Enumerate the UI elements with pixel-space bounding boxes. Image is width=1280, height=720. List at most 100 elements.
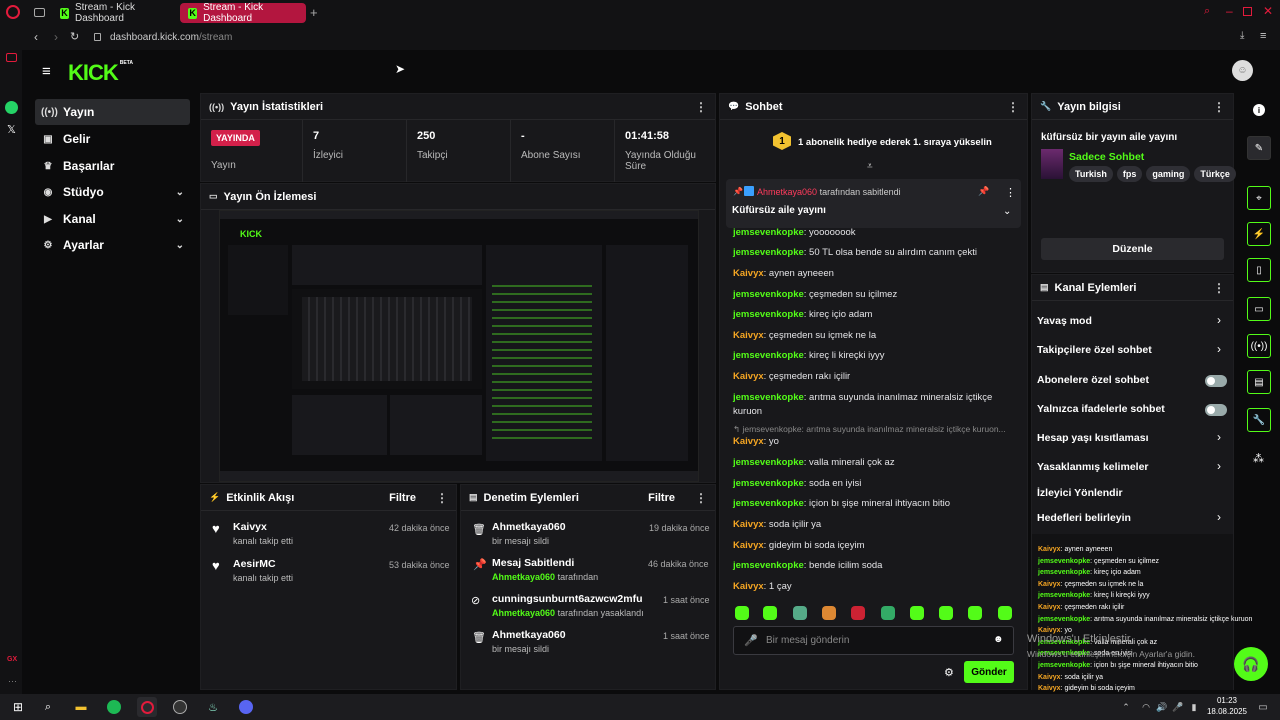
opera-logo-icon[interactable]	[6, 5, 20, 19]
minimize-icon[interactable]: –	[1226, 4, 1233, 18]
discord-icon[interactable]	[236, 697, 256, 717]
focus-button[interactable]: ⌖	[1247, 186, 1271, 210]
filter-button[interactable]: Filtre	[389, 492, 416, 504]
more-icon[interactable]: ···	[8, 676, 17, 686]
tag[interactable]: Turkish	[1069, 166, 1113, 182]
chat-username[interactable]: Kaivyx	[733, 581, 764, 592]
clock[interactable]: 01:23 18.08.2025	[1205, 696, 1249, 716]
chat-message[interactable]: jemsevenkopke: valla minerali çok az	[733, 457, 895, 468]
chevron-down-icon[interactable]: ⌄	[1003, 206, 1011, 217]
tag[interactable]: gaming	[1146, 166, 1191, 182]
messenger-icon[interactable]	[6, 53, 17, 62]
sidebar-item-gelir[interactable]: ▣ Gelir	[35, 126, 190, 152]
hamburger-menu-icon[interactable]: ≡	[42, 63, 51, 80]
emote-icon[interactable]	[881, 606, 895, 620]
kebab-menu-icon[interactable]: ⋮	[1213, 281, 1225, 295]
microphone-icon[interactable]: 🎤	[744, 634, 758, 647]
tab-2[interactable]: K Stream - Kick Dashboard	[180, 2, 306, 24]
activity-item[interactable]: Kaivyx kanalı takip etti	[233, 521, 293, 546]
forward-icon[interactable]: ›	[54, 30, 58, 44]
sidebar-item-studyo[interactable]: ◉ Stüdyo ⌄	[35, 179, 190, 205]
chevron-right-icon[interactable]: ›	[1217, 313, 1221, 327]
emote-icon[interactable]	[735, 606, 749, 620]
sidebar-item-kanal[interactable]: ▶ Kanal ⌄	[35, 206, 190, 232]
moderation-item[interactable]: Mesaj Sabitlendi Ahmetkaya060 tarafından	[492, 557, 598, 582]
channel-action-1[interactable]: Takipçilere özel sohbet	[1037, 344, 1152, 356]
chat-message[interactable]: ↰ jemsevenkopke: arıtma suyunda inanılma…	[733, 424, 1006, 435]
activity-item[interactable]: AesirMC kanalı takip etti	[233, 558, 293, 583]
chat-message[interactable]: jemsevenkopke: bende icilim soda	[733, 560, 882, 571]
chat-username[interactable]: jemsevenkopke	[733, 498, 804, 509]
emote-icon[interactable]	[763, 606, 777, 620]
channel-action-3[interactable]: Yalnızca ifadelerle sohbet	[1037, 403, 1165, 415]
chat-message[interactable]: Kaivyx: soda içilir ya	[733, 519, 821, 530]
pencil-button[interactable]: ✎	[1247, 136, 1271, 160]
stream-preview-video[interactable]: KICK	[219, 210, 699, 482]
chat-message[interactable]: jemsevenkopke: soda en iyisi	[733, 478, 861, 489]
broadcast-button[interactable]: ((•))	[1247, 334, 1271, 358]
send-button[interactable]: Gönder	[964, 661, 1014, 683]
emote-icon[interactable]	[939, 606, 953, 620]
chat-message[interactable]: jemsevenkopke: çeşmeden su içilmez	[733, 289, 897, 300]
search-icon[interactable]: ⌕	[38, 697, 58, 717]
kebab-menu-icon[interactable]: ⋮	[1213, 100, 1225, 114]
tray-chevron-icon[interactable]: ⌃	[1116, 697, 1136, 717]
chat-username[interactable]: jemsevenkopke	[733, 392, 804, 403]
gx-icon[interactable]: GX	[7, 656, 17, 663]
chat-message[interactable]: Kaivyx: çeşmeden su içmek ne la	[733, 330, 876, 341]
chat-username[interactable]: jemsevenkopke	[733, 478, 804, 489]
chevron-right-icon[interactable]: ›	[1217, 430, 1221, 444]
toggle-switch[interactable]	[1205, 404, 1227, 416]
emote-icon[interactable]	[822, 606, 836, 620]
whatsapp-icon[interactable]	[5, 101, 18, 114]
opera-gx-icon[interactable]	[137, 697, 157, 717]
tab-search-icon[interactable]: ⌕	[1204, 5, 1210, 18]
emote-icon[interactable]	[851, 606, 865, 620]
chat-username[interactable]: jemsevenkopke	[733, 227, 804, 238]
filter-button[interactable]: Filtre	[648, 492, 675, 504]
file-explorer-icon[interactable]: ▬	[71, 697, 91, 717]
chat-username[interactable]: Kaivyx	[733, 330, 764, 341]
chat-message[interactable]: jemsevenkopke: kireç içio adam	[733, 309, 872, 320]
steam-icon[interactable]: ♨	[203, 697, 223, 717]
kebab-menu-icon[interactable]: ⋮	[695, 491, 707, 505]
channel-action-4[interactable]: Hesap yaşı kısıtlaması	[1037, 432, 1149, 444]
channel-action-0[interactable]: Yavaş mod	[1037, 315, 1092, 327]
chat-message[interactable]: Kaivyx: 1 çay	[733, 581, 792, 592]
chevron-right-icon[interactable]: ›	[1217, 510, 1221, 524]
obs-icon[interactable]	[170, 697, 190, 717]
settings-list-button[interactable]: ▤	[1247, 370, 1271, 394]
chat-username[interactable]: jemsevenkopke	[733, 560, 804, 571]
emote-icon[interactable]	[793, 606, 807, 620]
channel-action-6[interactable]: İzleyici Yönlendir	[1037, 487, 1123, 499]
download-icon[interactable]: ⤓	[1240, 30, 1244, 41]
chat-settings-gear-icon[interactable]: ⚙	[944, 666, 954, 679]
avatar[interactable]: ☺	[1232, 60, 1253, 81]
maximize-icon[interactable]	[1243, 7, 1252, 16]
chat-username[interactable]: Kaivyx	[733, 268, 764, 279]
chat-message[interactable]: jemsevenkopke: kireç li kireçki iyyy	[733, 350, 885, 361]
chat-message[interactable]: jemsevenkopke: yoooooook	[733, 227, 856, 238]
support-button[interactable]: 🎧	[1234, 647, 1268, 681]
toggle-switch[interactable]	[1205, 375, 1227, 387]
sidebar-item-basarilar[interactable]: ♛ Başarılar	[35, 153, 190, 179]
channel-action-2[interactable]: Abonelere özel sohbet	[1037, 374, 1149, 386]
emote-icon[interactable]	[968, 606, 982, 620]
notifications-icon[interactable]: ▭	[1253, 697, 1273, 717]
tag[interactable]: fps	[1116, 166, 1143, 182]
sidebar-item-ayarlar[interactable]: ⚙ Ayarlar ⌄	[35, 232, 190, 258]
url-field[interactable]: dashboard.kick.com/stream	[110, 32, 232, 43]
edit-button[interactable]: Düzenle	[1041, 238, 1224, 260]
chat-username[interactable]: Kaivyx	[733, 436, 764, 447]
moderation-item[interactable]: Ahmetkaya060 bir mesajı sildi	[492, 521, 566, 546]
chat-username[interactable]: Kaivyx	[733, 371, 764, 382]
close-window-icon[interactable]: ✕	[1263, 4, 1273, 18]
gift-leaderboard-text[interactable]: 1 abonelik hediye ederek 1. sıraya yükse…	[798, 137, 992, 148]
tab-1[interactable]: K Stream - Kick Dashboard	[52, 2, 176, 24]
channel-action-7[interactable]: Hedefleri belirleyin	[1037, 512, 1131, 524]
bolt-button[interactable]: ⚡	[1247, 222, 1271, 246]
chevron-right-icon[interactable]: ›	[1217, 459, 1221, 473]
chat-username[interactable]: jemsevenkopke	[733, 457, 804, 468]
chat-username[interactable]: Kaivyx	[733, 519, 764, 530]
chat-message[interactable]: Kaivyx: yo	[733, 436, 779, 447]
